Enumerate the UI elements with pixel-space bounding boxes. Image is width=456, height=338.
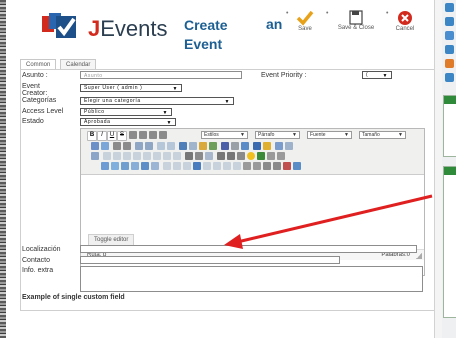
sidebar-icon[interactable]: [445, 17, 454, 26]
sidebar-icon[interactable]: [445, 45, 454, 54]
annotation-arrow: [224, 194, 433, 249]
sidebar-panel: [443, 166, 456, 318]
sidebar-icon[interactable]: [445, 59, 454, 68]
sidebar-icon[interactable]: [445, 31, 454, 40]
sidebar-icon[interactable]: [445, 73, 454, 82]
sidebar-icon[interactable]: [445, 3, 454, 12]
sidebar-panel: [443, 95, 456, 157]
